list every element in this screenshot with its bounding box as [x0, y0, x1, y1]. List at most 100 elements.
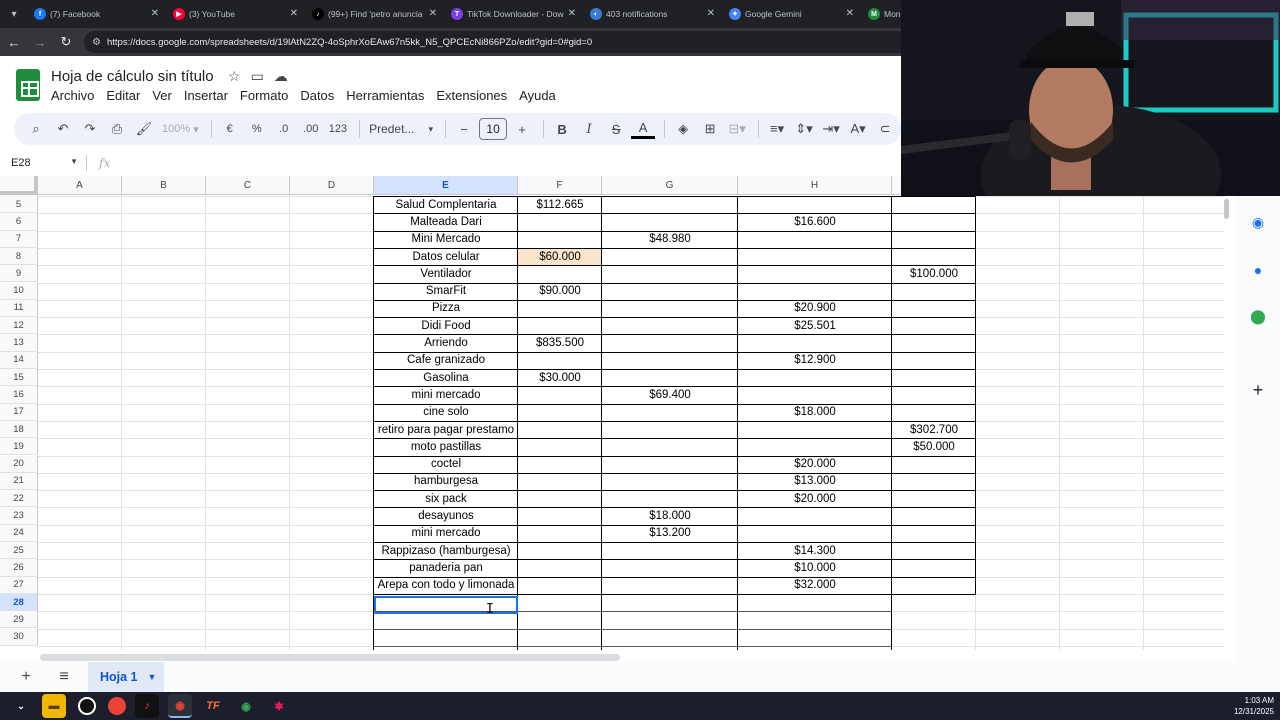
zoom-select[interactable]: 100% ▾	[159, 117, 202, 141]
all-sheets-icon[interactable]: ≡	[52, 665, 76, 689]
row-header[interactable]: 16	[0, 386, 38, 404]
row-header[interactable]: 15	[0, 369, 38, 387]
browser-tab[interactable]: ▶ (3) YouTube ✕	[167, 0, 306, 28]
row-header[interactable]: 6	[0, 213, 38, 231]
row-header[interactable]: 19	[0, 438, 38, 456]
browser-tab[interactable]: ♪ (99+) Find 'petro anuncia ✕	[306, 0, 445, 28]
borders-icon[interactable]: ⊞	[698, 117, 722, 141]
column-header[interactable]: A	[38, 176, 122, 195]
strikethrough-icon[interactable]: S	[604, 117, 628, 141]
table-cell[interactable]: Datos celular	[374, 248, 518, 265]
text-rotation-icon[interactable]: A▾	[846, 117, 870, 141]
menu-item[interactable]: Ver	[146, 88, 178, 104]
file-explorer-icon[interactable]: ▬	[42, 694, 66, 718]
table-cell[interactable]: $14.300	[738, 542, 892, 559]
insert-link-icon[interactable]: ⊂	[873, 117, 897, 141]
table-cell[interactable]: Cafe granizado	[374, 352, 518, 369]
menu-item[interactable]: Formato	[234, 88, 294, 104]
row-header[interactable]: 23	[0, 507, 38, 525]
browser-tab[interactable]: f (7) Facebook ✕	[28, 0, 167, 28]
contacts-icon[interactable]: ●	[1250, 262, 1266, 278]
more-formats-button[interactable]: 123	[326, 117, 350, 141]
add-sheet-icon[interactable]: +	[14, 665, 38, 689]
text-wrapping-icon[interactable]: ⇥▾	[819, 117, 843, 141]
url-field[interactable]: ⚙ https://docs.google.com/spreadsheets/d…	[84, 31, 914, 53]
site-info-icon[interactable]: ⚙	[92, 37, 101, 48]
column-header[interactable]: C	[206, 176, 290, 195]
decrease-font-size-icon[interactable]: −	[452, 117, 476, 141]
menu-item[interactable]: Herramientas	[340, 88, 430, 104]
close-tab-icon[interactable]: ✕	[429, 8, 437, 19]
select-all-corner[interactable]	[0, 176, 38, 195]
row-header[interactable]: 8	[0, 247, 38, 266]
sheet-tab[interactable]: Hoja 1 ▼	[88, 662, 164, 692]
row-header[interactable]: 26	[0, 559, 38, 577]
table-cell[interactable]: mini mercado	[374, 525, 518, 542]
add-on-plus-icon[interactable]: +	[1250, 380, 1266, 400]
table-cell[interactable]: $100.000	[892, 265, 976, 282]
table-cell[interactable]: $50.000	[892, 438, 976, 455]
decrease-decimals-button[interactable]: .0	[272, 117, 296, 141]
table-cell[interactable]: $13.000	[738, 473, 892, 490]
browser-tab[interactable]: T TikTok Downloader - Dow ✕	[445, 0, 584, 28]
app-icon[interactable]	[78, 697, 96, 715]
redo-icon[interactable]: ↷	[78, 117, 102, 141]
row-header[interactable]: 29	[0, 611, 38, 629]
row-header[interactable]: 10	[0, 282, 38, 300]
table-cell[interactable]: hamburgesa	[374, 473, 518, 490]
menu-item[interactable]: Archivo	[45, 88, 100, 104]
name-box[interactable]: E28 ▼	[0, 152, 82, 174]
row-header[interactable]: 25	[0, 542, 38, 560]
table-cell[interactable]: $48.980	[602, 231, 738, 248]
table-cell[interactable]: mini mercado	[374, 386, 518, 403]
column-header[interactable]: D	[290, 176, 374, 195]
table-cell[interactable]: $10.000	[738, 559, 892, 576]
table-cell[interactable]: $112.665	[518, 196, 602, 213]
currency-format-button[interactable]: €	[218, 117, 242, 141]
increase-font-size-icon[interactable]: +	[510, 117, 534, 141]
close-tab-icon[interactable]: ✕	[290, 8, 298, 19]
cloud-status-icon[interactable]: ☁	[274, 68, 288, 85]
row-header[interactable]: 22	[0, 490, 38, 508]
back-icon[interactable]: ←	[2, 30, 26, 54]
column-header[interactable]: E	[374, 176, 518, 195]
table-cell[interactable]: $20.000	[738, 490, 892, 507]
increase-decimals-button[interactable]: .00	[299, 117, 323, 141]
row-header[interactable]: 9	[0, 265, 38, 283]
browser-tab[interactable]: ◐ 403 notifications ✕	[584, 0, 723, 28]
menu-item[interactable]: Datos	[294, 88, 340, 104]
search-menus-icon[interactable]: ⌕	[24, 117, 48, 141]
chevron-down-icon[interactable]: ▼	[148, 672, 157, 682]
document-title[interactable]: Hoja de cálculo sin título	[51, 68, 214, 85]
maps-icon[interactable]: ⬤	[1250, 308, 1266, 324]
tiktok-icon[interactable]: ♪	[135, 694, 159, 718]
close-tab-icon[interactable]: ✕	[568, 8, 576, 19]
close-tab-icon[interactable]: ✕	[846, 8, 854, 19]
table-cell[interactable]: cine solo	[374, 404, 518, 421]
table-cell[interactable]: retiro para pagar prestamo	[374, 421, 518, 438]
close-tab-icon[interactable]: ✕	[151, 8, 159, 19]
keep-icon[interactable]: ◉	[1250, 214, 1266, 230]
table-cell[interactable]: Pizza	[374, 300, 518, 317]
reload-icon[interactable]: ↻	[54, 30, 78, 54]
table-cell[interactable]: desayunos	[374, 507, 518, 524]
bold-icon[interactable]: B	[550, 117, 574, 141]
active-cell-outline[interactable]	[374, 596, 518, 614]
table-cell[interactable]: $90.000	[518, 283, 602, 300]
percent-format-button[interactable]: %	[245, 117, 269, 141]
row-header[interactable]: 28	[0, 593, 38, 612]
row-header[interactable]: 30	[0, 628, 38, 646]
text-color-icon[interactable]: A	[631, 119, 656, 139]
undo-icon[interactable]: ↶	[51, 117, 75, 141]
vertical-scrollbar[interactable]	[1224, 199, 1229, 219]
menu-item[interactable]: Extensiones	[430, 88, 513, 104]
row-header[interactable]: 12	[0, 317, 38, 335]
font-family-select[interactable]: Predet... ▾	[366, 117, 436, 141]
slack-icon[interactable]: ✱	[267, 694, 291, 718]
row-header[interactable]: 5	[0, 196, 38, 214]
table-cell[interactable]: $18.000	[602, 507, 738, 524]
table-cell[interactable]: $20.000	[738, 456, 892, 473]
chrome-icon[interactable]	[108, 697, 126, 715]
table-cell[interactable]: Mini Mercado	[374, 231, 518, 248]
move-folder-icon[interactable]: ▭	[251, 68, 264, 85]
